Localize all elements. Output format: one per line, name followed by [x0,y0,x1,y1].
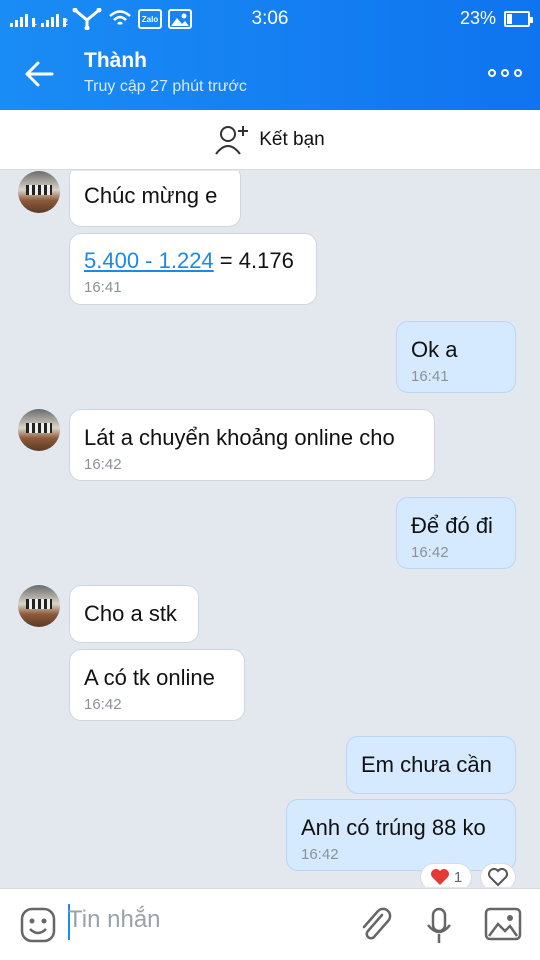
avatar[interactable] [18,409,60,451]
back-arrow-icon[interactable] [22,58,58,90]
avatar[interactable] [18,585,60,627]
message-time: 16:42 [411,544,449,561]
message-text: Chúc mừng e [84,183,218,208]
message-text: Lát a chuyển khoảng online cho [84,425,395,450]
message-text: Để đó đi [411,513,493,538]
heart-filled-icon [430,869,449,885]
message-bubble[interactable]: Em chưa cần [346,736,516,794]
message-bubble[interactable]: 5.400 - 1.224 = 4.176 16:41 [69,233,317,305]
message-bubble[interactable]: Cho a stk [69,585,199,643]
like-button[interactable] [480,863,516,887]
status-bar: 1 2 Zalo 3:06 23% [0,0,540,38]
message-time: 16:42 [84,696,122,713]
message-text: Anh có trúng 88 ko [301,815,486,840]
avatar[interactable] [18,171,60,213]
message-time: 16:41 [411,368,449,385]
message-bubble[interactable]: Chúc mừng e [69,171,241,227]
add-friend-button[interactable]: Kết bạn [0,110,540,170]
message-text: A có tk online [84,665,215,690]
attach-icon[interactable] [358,907,392,943]
battery-icon [504,10,533,27]
add-friend-label: Kết bạn [259,128,325,150]
message-bubble[interactable]: A có tk online 16:42 [69,649,245,721]
message-bubble[interactable]: Lát a chuyển khoảng online cho 16:42 [69,409,435,481]
message-time: 16:42 [301,846,339,863]
message-text: Em chưa cần [361,752,492,777]
reaction-count[interactable]: 1 [420,863,472,887]
battery-percent: 23% [459,8,496,28]
message-time: 16:42 [84,456,122,473]
message-bubble[interactable]: Để đó đi 16:42 [396,497,516,569]
message-time: 16:41 [84,279,122,296]
message-bubble[interactable]: Anh có trúng 88 ko 16:42 [286,799,516,871]
reaction-number: 1 [453,868,463,886]
image-icon[interactable] [484,907,522,941]
message-list[interactable]: Chúc mừng e 5.400 - 1.224 = 4.176 16:41 … [0,171,540,887]
contact-name: Thành [84,49,147,72]
message-bubble[interactable]: Ok a 16:41 [396,321,516,393]
message-text: Ok a [411,337,458,362]
add-friend-icon [215,125,249,155]
header-bar: 1 2 Zalo 3:06 23% Thành Truy cập 27 phút… [0,0,540,110]
microphone-icon[interactable] [424,907,454,945]
message-text: = 4.176 [213,248,294,273]
message-text: Cho a stk [84,601,177,626]
heart-outline-icon [488,868,508,887]
last-seen: Truy cập 27 phút trước [84,78,247,95]
emoji-icon[interactable] [20,907,56,943]
message-input[interactable]: Tin nhắn [68,906,161,934]
phone-link[interactable]: 5.400 - 1.224 [84,248,214,273]
more-options-icon[interactable] [488,66,522,80]
